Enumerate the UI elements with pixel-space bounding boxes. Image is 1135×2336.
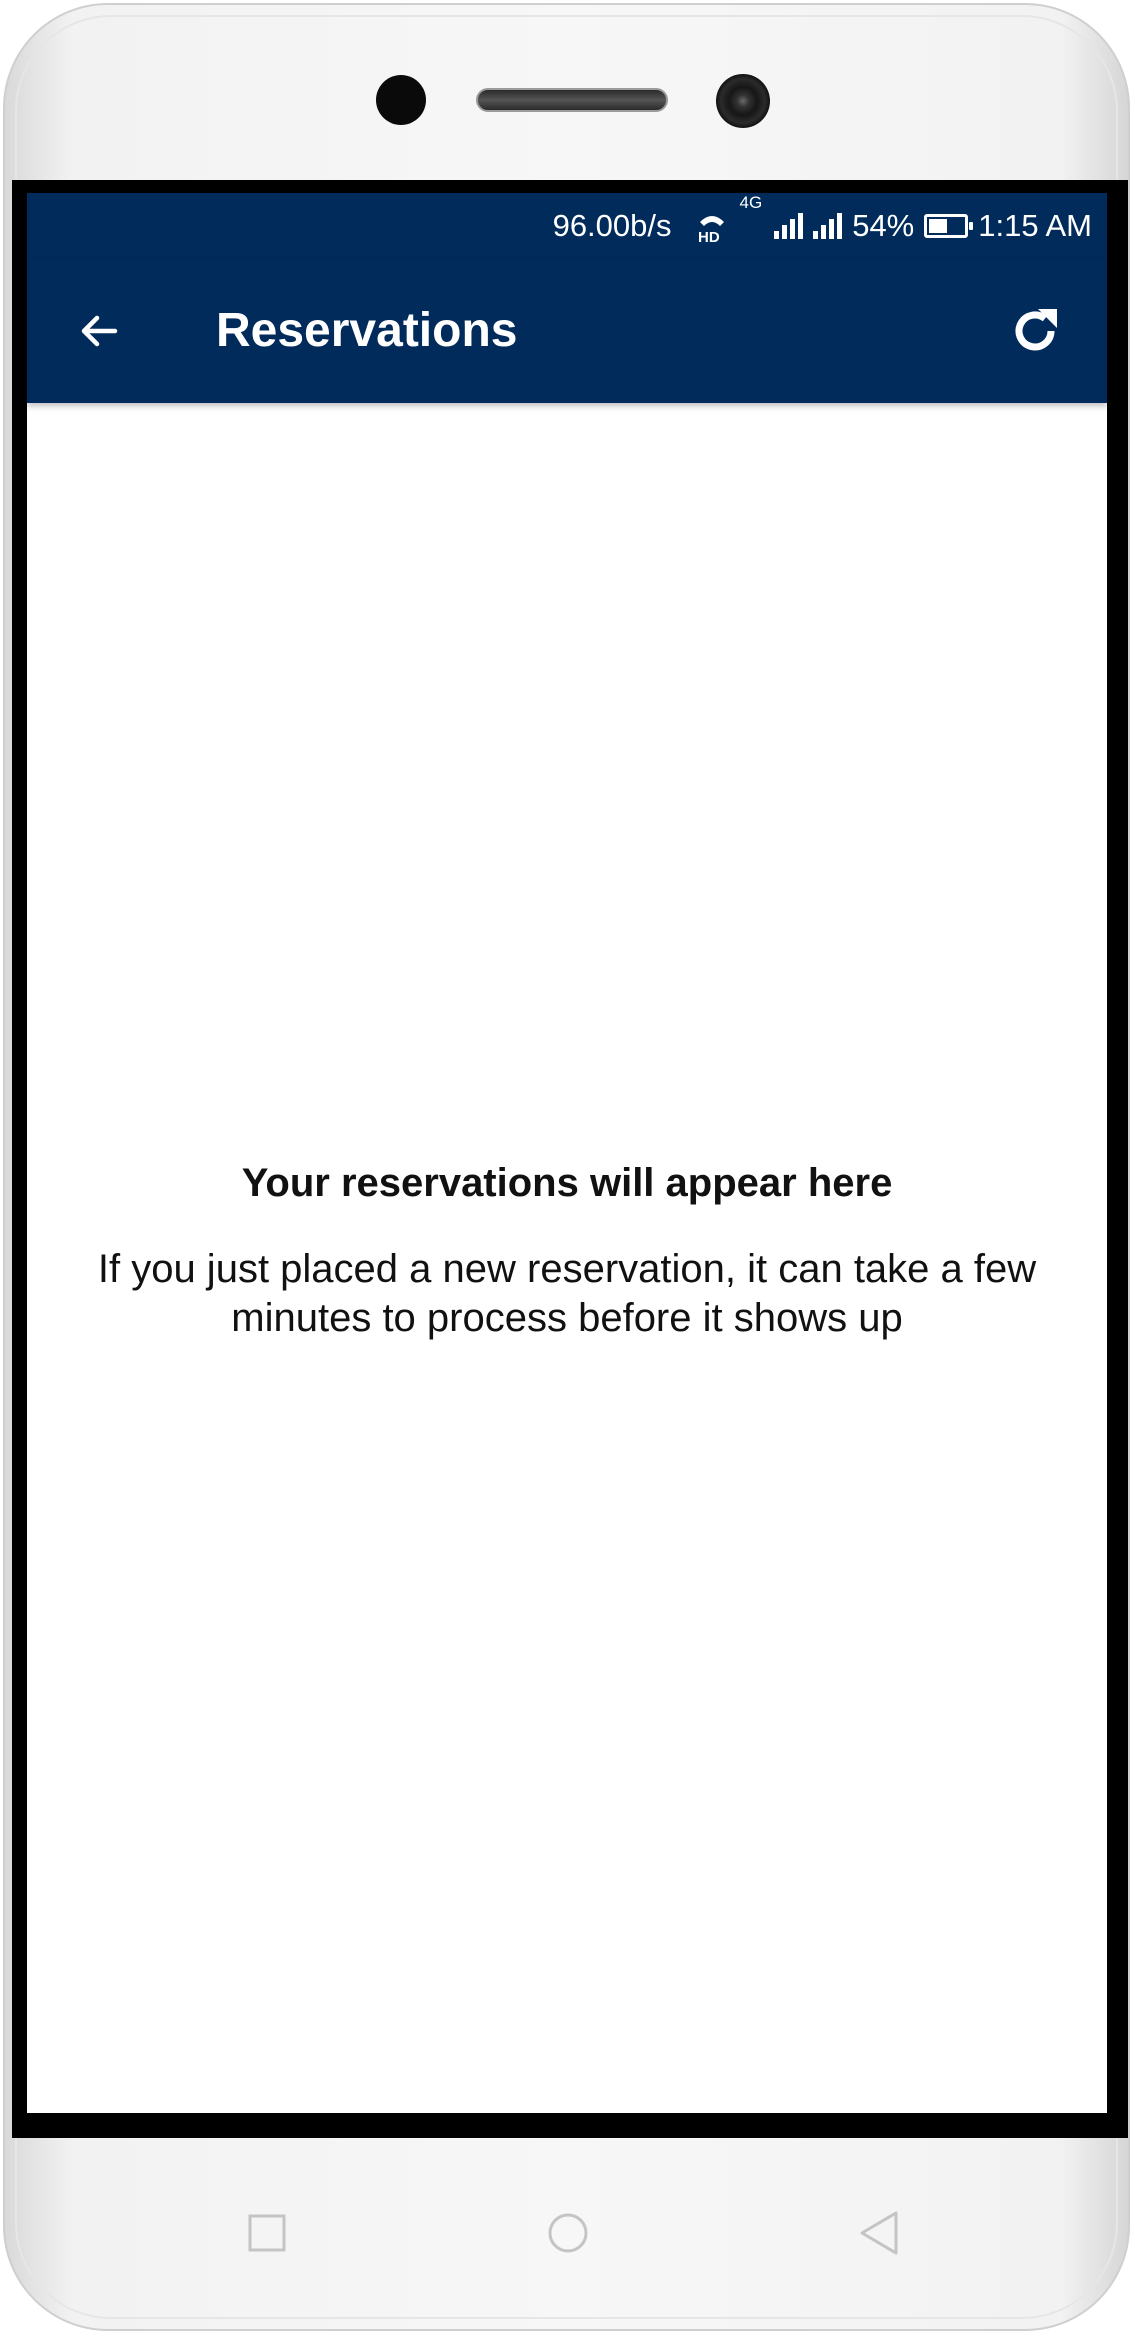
hd-voice-icon: HD [698, 216, 724, 244]
empty-state-message: If you just placed a new reservation, it… [97, 1247, 1037, 1340]
circle-icon [548, 2213, 588, 2253]
recent-apps-button[interactable] [232, 2198, 302, 2268]
empty-state: Your reservations will appear here If yo… [27, 1157, 1107, 1343]
triangle-back-icon [860, 2211, 898, 2255]
page-title: Reservations [216, 304, 518, 357]
navigation-bar [5, 2138, 1128, 2329]
earpiece-speaker [476, 88, 668, 112]
arrow-left-icon [81, 315, 118, 347]
network-type: 4G [739, 193, 763, 212]
battery-icon [924, 214, 974, 238]
refresh-icon [1015, 309, 1057, 351]
app-bar: Reservations [27, 259, 1107, 403]
proximity-sensor [716, 74, 770, 128]
clock: 1:15 AM [978, 208, 1092, 243]
status-bar: 96.00b/s HD 4G 54% 1:15 AM [27, 193, 1107, 259]
home-button[interactable] [533, 2198, 603, 2268]
app-screen: 96.00b/s HD 4G 54% 1:15 AM Reservations [27, 193, 1107, 2113]
battery-level [929, 219, 948, 233]
mobile-signal-icon-2 [813, 213, 843, 239]
square-icon [248, 2214, 286, 2252]
front-camera [376, 75, 426, 125]
system-back-button[interactable] [843, 2198, 913, 2268]
empty-state-title: Your reservations will appear here [241, 1161, 893, 1205]
refresh-button[interactable] [1005, 301, 1065, 361]
network-speed: 96.00b/s [552, 208, 672, 243]
battery-percent: 54% [852, 208, 915, 243]
svg-text:HD: HD [698, 229, 720, 244]
mobile-signal-icon [774, 213, 804, 239]
back-button[interactable] [69, 301, 129, 361]
